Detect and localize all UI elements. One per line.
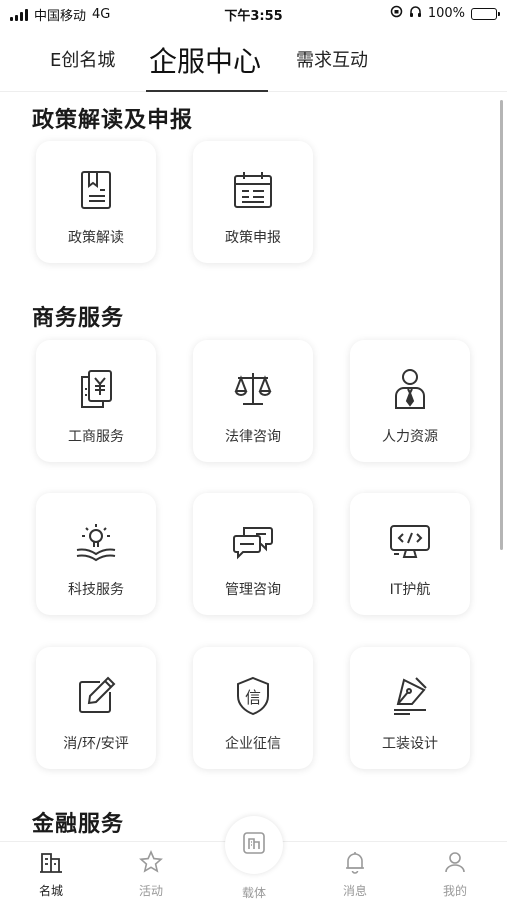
nav-label-carrier: 载体 <box>241 886 266 900</box>
nav-item-activities[interactable]: 活动 <box>121 850 181 899</box>
active-tab-indicator <box>146 90 268 92</box>
card-workwear-design[interactable]: 工装设计 <box>350 647 470 769</box>
star-icon <box>139 850 163 874</box>
section-title-finance: 金融服务 <box>32 812 125 837</box>
card-label: 消/环/安评 <box>63 736 129 752</box>
city-icon <box>39 850 63 874</box>
rotation-lock-icon <box>390 5 403 22</box>
card-legal-consulting[interactable]: 法律咨询 <box>193 340 313 462</box>
tab-demand-interaction[interactable]: 需求互动 <box>296 46 368 72</box>
card-human-resources[interactable]: 人力资源 <box>350 340 470 462</box>
battery-icon <box>471 7 500 20</box>
design-pen-icon <box>389 675 431 717</box>
service-content[interactable]: 政策解读及申报 政策解读 政策申报 商务服务 工商服务 法律咨询 人力资源 科技… <box>0 93 507 841</box>
card-label: 科技服务 <box>68 582 124 598</box>
card-business-registration[interactable]: 工商服务 <box>36 340 156 462</box>
card-label: 政策申报 <box>225 230 281 246</box>
scales-icon <box>232 368 274 410</box>
chat-bubbles-icon <box>232 521 274 563</box>
nav-item-city[interactable]: 名城 <box>21 850 81 899</box>
card-label: 管理咨询 <box>225 582 281 598</box>
card-label: 法律咨询 <box>225 429 281 445</box>
card-policy-application[interactable]: 政策申报 <box>193 141 313 263</box>
section-title-policy: 政策解读及申报 <box>32 108 194 133</box>
status-right: 100% <box>390 5 500 22</box>
scrollbar[interactable] <box>500 100 503 550</box>
battery-percent: 100% <box>427 6 465 21</box>
card-label: 企业征信 <box>225 736 281 752</box>
nav-label: 活动 <box>138 884 163 898</box>
code-monitor-icon <box>389 521 431 563</box>
nav-item-profile[interactable]: 我的 <box>425 850 485 899</box>
nav-item-carrier[interactable] <box>225 816 283 874</box>
card-label: 政策解读 <box>68 230 124 246</box>
person-tie-icon <box>389 368 431 410</box>
card-environment-safety-assessment[interactable]: 消/环/安评 <box>36 647 156 769</box>
yen-document-icon <box>75 368 117 410</box>
status-bar: 中国移动 4G 下午3:55 100% <box>0 0 507 28</box>
tab-service-center[interactable]: 企服中心 <box>149 40 261 80</box>
nav-label: 名城 <box>38 884 63 898</box>
credit-shield-icon: 信 <box>232 675 274 717</box>
svg-text:信: 信 <box>245 688 261 707</box>
card-enterprise-credit[interactable]: 信 企业征信 <box>193 647 313 769</box>
bottom-nav: 名城 活动 载体 消息 我的 <box>0 816 507 900</box>
edit-pencil-icon <box>75 675 117 717</box>
nav-label: 我的 <box>442 884 467 898</box>
tab-e-city[interactable]: E创名城 <box>50 46 115 72</box>
nav-label: 消息 <box>342 884 367 898</box>
card-label: 工装设计 <box>382 736 438 752</box>
card-it-support[interactable]: IT护航 <box>350 493 470 615</box>
headphones-icon <box>409 5 422 22</box>
card-label: 人力资源 <box>382 429 438 445</box>
calendar-icon <box>232 169 274 211</box>
top-tabs: E创名城 企服中心 需求互动 <box>0 28 507 92</box>
card-management-consulting[interactable]: 管理咨询 <box>193 493 313 615</box>
nav-item-messages[interactable]: 消息 <box>325 850 385 899</box>
card-label: 工商服务 <box>68 429 124 445</box>
bell-icon <box>343 850 367 874</box>
building-icon <box>241 830 267 860</box>
user-icon <box>443 850 467 874</box>
bookmark-doc-icon <box>75 169 117 211</box>
card-technology-services[interactable]: 科技服务 <box>36 493 156 615</box>
lightbulb-book-icon <box>75 521 117 563</box>
card-policy-interpretation[interactable]: 政策解读 <box>36 141 156 263</box>
card-label: IT护航 <box>389 582 431 598</box>
section-title-business: 商务服务 <box>32 306 125 331</box>
